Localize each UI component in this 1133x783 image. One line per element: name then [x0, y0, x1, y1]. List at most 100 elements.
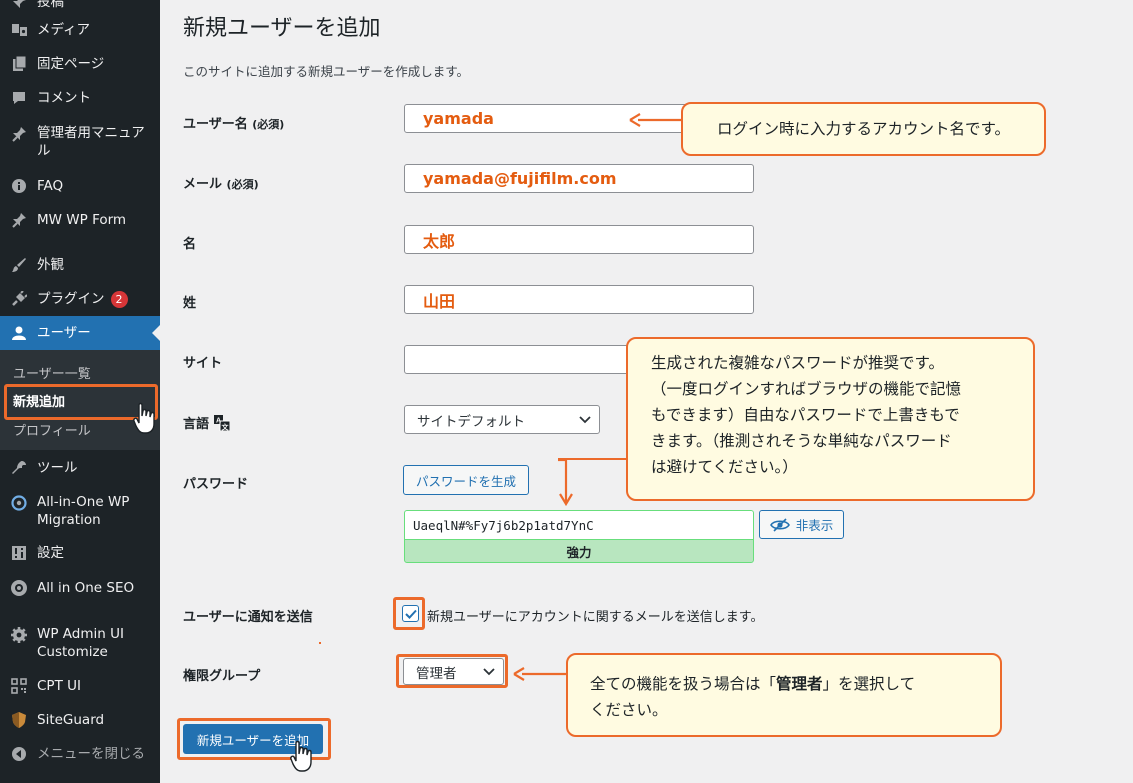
wrench-icon	[10, 459, 28, 477]
username-label: ユーザー名 (必須)	[183, 117, 285, 132]
email-input[interactable]: yamada@fujifilm.com	[404, 164, 754, 193]
notify-label: ユーザーに通知を送信	[183, 610, 313, 625]
pin-icon	[10, 0, 28, 11]
sidebar-item-label: 投稿	[37, 0, 64, 10]
sidebar-item-cptui[interactable]: CPT UI	[0, 669, 160, 703]
sidebar-item-label: メディア	[37, 22, 91, 38]
migration-icon	[10, 494, 28, 512]
grid-icon	[10, 677, 28, 695]
hide-password-label: 非表示	[795, 518, 834, 533]
sidebar-item-label: FAQ	[37, 178, 64, 194]
admin-sidebar: 投稿 メディア 固定ページ コメント 管理者用マニュアル FAQ MW WP F…	[0, 0, 160, 783]
lastname-input[interactable]: 山田	[404, 285, 754, 314]
eye-slash-icon	[769, 517, 790, 532]
generate-password-button[interactable]: パスワードを生成	[403, 465, 529, 495]
sidebar-item-label: コメント	[37, 90, 91, 106]
password-input[interactable]: UaeqlN#%Fy7j6b2p1atd7YnC	[404, 510, 754, 539]
sidebar-item-label: WP Admin UI Customize	[37, 626, 124, 660]
website-input[interactable]	[404, 345, 634, 374]
chevron-down-icon	[483, 667, 495, 675]
submenu-item-profile[interactable]: プロフィール	[13, 420, 91, 439]
role-select[interactable]: 管理者	[403, 658, 504, 685]
sidebar-item-comments[interactable]: コメント	[0, 81, 160, 115]
sidebar-item-aiowpm[interactable]: All-in-One WP Migration	[0, 493, 160, 533]
password-callout-line: （一度ログインすればブラウザの機能で記憶	[651, 380, 962, 398]
password-callout-line: きます。（推測されそうな単純なパスワード	[651, 432, 952, 450]
sidebar-item-pages[interactable]: 固定ページ	[0, 47, 160, 81]
password-callout-arrow	[558, 458, 573, 506]
update-count-badge: 2	[110, 290, 128, 308]
sidebar-item-siteguard[interactable]: SiteGuard	[0, 703, 160, 737]
sidebar-item-label: ユーザー	[37, 325, 91, 341]
chevron-down-icon	[579, 415, 591, 423]
submenu-item-all-users[interactable]: ユーザー一覧	[13, 363, 91, 382]
shield-icon	[10, 711, 28, 729]
pin-icon	[10, 211, 28, 229]
sidebar-item-label: メニューを閉じる	[37, 746, 145, 762]
sidebar-item-wpadminui[interactable]: WP Admin UI Customize	[0, 625, 160, 665]
sidebar-item-media[interactable]: メディア	[0, 13, 160, 47]
sidebar-item-posts[interactable]: 投稿	[0, 0, 160, 12]
sidebar-item-label: CPT UI	[37, 678, 81, 694]
username-value: yamada	[423, 109, 494, 128]
user-icon	[10, 324, 28, 342]
sidebar-item-appearance[interactable]: 外観	[0, 248, 160, 282]
lastname-value: 山田	[423, 291, 456, 311]
settings-icon	[10, 544, 28, 562]
role-label: 権限グループ	[183, 669, 261, 684]
page-title: 新規ユーザーを追加	[183, 16, 381, 41]
pin-icon	[10, 125, 28, 143]
notify-checkbox-label[interactable]: 新規ユーザーにアカウントに関するメールを送信します。	[427, 606, 763, 625]
password-callout: 生成された複雑なパスワードが推奨です。 （一度ログインすればブラウザの機能で記憶…	[626, 337, 1035, 501]
brush-icon	[10, 256, 28, 274]
email-value: yamada@fujifilm.com	[423, 169, 617, 188]
password-callout-line: 生成された複雑なパスワードが推奨です。	[651, 354, 944, 372]
translation-icon: A文	[214, 414, 231, 431]
svg-text:文: 文	[222, 422, 230, 431]
sidebar-item-users[interactable]: ユーザー	[0, 316, 160, 350]
username-callout-text: ログイン時に入力するアカウント名です。	[717, 120, 1010, 138]
password-value: UaeqlN#%Fy7j6b2p1atd7YnC	[413, 517, 594, 533]
role-callout-line: 全ての機能を扱う場合は「管理者」を選択して	[590, 675, 916, 693]
website-label: サイト	[183, 356, 223, 371]
role-callout: 全ての機能を扱う場合は「管理者」を選択して ください。	[566, 653, 1002, 737]
sidebar-item-label: 固定ページ	[37, 56, 105, 72]
collapse-icon	[10, 745, 28, 763]
hand-cursor-icon	[290, 740, 312, 772]
password-callout-line: もできます）自由なパスワードで上書きもで	[651, 406, 960, 424]
main-content: 新規ユーザーを追加 このサイトに追加する新規ユーザーを作成します。 ユーザー名 …	[160, 0, 1133, 783]
firstname-label: 名	[183, 237, 197, 252]
sidebar-collapse-menu[interactable]: メニューを閉じる	[0, 737, 160, 771]
role-callout-arrow	[513, 667, 570, 681]
username-callout-arrow	[629, 113, 682, 127]
sidebar-item-faq[interactable]: FAQ	[0, 169, 160, 203]
stray-dot	[319, 642, 321, 644]
sidebar-item-label: プラグイン	[37, 291, 105, 307]
hide-password-button[interactable]: 非表示	[759, 510, 844, 539]
sidebar-item-settings[interactable]: 設定	[0, 536, 160, 570]
password-label: パスワード	[183, 477, 249, 492]
checkmark-icon	[404, 609, 417, 619]
plugin-icon	[10, 290, 28, 308]
sidebar-item-label: 設定	[37, 545, 64, 561]
sidebar-item-manual[interactable]: 管理者用マニュアル	[0, 124, 160, 164]
media-icon	[10, 21, 28, 39]
sidebar-item-label: All-in-One WP Migration	[37, 494, 130, 528]
sidebar-item-aioseo[interactable]: All in One SEO	[0, 571, 160, 605]
notify-checkbox[interactable]	[402, 605, 419, 622]
language-select[interactable]: サイトデフォルト	[404, 405, 600, 434]
sidebar-item-label: All in One SEO	[37, 580, 135, 596]
hand-cursor-icon	[133, 402, 155, 434]
firstname-input[interactable]: 太郎	[404, 225, 754, 254]
language-select-value: サイトデフォルト	[417, 413, 525, 430]
username-callout: ログイン時に入力するアカウント名です。	[681, 102, 1046, 156]
sidebar-item-plugins[interactable]: プラグイン 2	[0, 282, 160, 316]
sidebar-item-mwwpform[interactable]: MW WP Form	[0, 203, 160, 237]
svg-text:A: A	[216, 417, 221, 424]
info-icon	[10, 177, 28, 195]
lastname-label: 姓	[183, 296, 197, 311]
firstname-value: 太郎	[423, 231, 456, 251]
language-label: 言語 A文	[183, 413, 231, 432]
sidebar-item-tools[interactable]: ツール	[0, 451, 160, 485]
pages-icon	[10, 55, 28, 73]
